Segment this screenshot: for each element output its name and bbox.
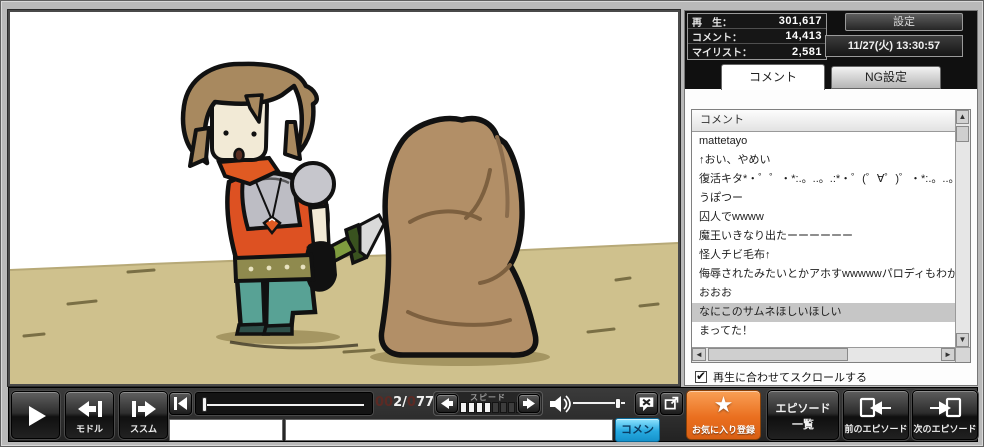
speed-gauge (460, 402, 523, 413)
next-episode-label: 次のエピソード (913, 422, 977, 435)
video-scene (10, 12, 678, 384)
episode-list-button[interactable]: エピソード 一覧 (767, 390, 839, 440)
scroll-down-icon[interactable]: ▼ (956, 333, 969, 347)
autoscroll-checkbox[interactable] (695, 371, 707, 383)
mylist-label: マイリスト： (692, 44, 752, 59)
video-area[interactable] (8, 10, 680, 386)
autoscroll-row: 再生に合わせてスクロールする (695, 369, 867, 385)
previous-episode-button[interactable]: 前のエピソード (843, 390, 909, 440)
star-icon: ★ (687, 392, 760, 418)
next-episode-button[interactable]: 次のエピソード (912, 390, 978, 440)
seek-bar[interactable] (195, 392, 373, 415)
info-panel: 再 生： 301,617 コメント： 14,413 マイリスト： 2,581 設… (684, 10, 978, 386)
comment-text-input[interactable] (285, 419, 613, 441)
arrow-left-icon (441, 398, 453, 409)
comment-row[interactable]: なにこのサムネほしいほしい (692, 303, 955, 322)
comment-submit-button[interactable]: コメント (615, 418, 660, 442)
skip-start-icon (173, 397, 188, 410)
arrow-right-icon (523, 398, 535, 409)
play-button[interactable] (11, 391, 60, 439)
episode-list-label-1: エピソード (768, 400, 838, 416)
comment-row[interactable]: 囚人でwwww (692, 208, 955, 227)
prev-episode-icon (859, 397, 893, 419)
forward-button[interactable]: ススム (119, 391, 168, 439)
comment-command-input[interactable] (169, 419, 283, 441)
comment-row[interactable]: mattetayo (692, 132, 955, 151)
tabstrip: コメント NG設定 (685, 63, 977, 89)
stats-table: 再 生： 301,617 コメント： 14,413 マイリスト： 2,581 (687, 13, 827, 60)
vertical-scrollbar[interactable]: ▲ ▼ (955, 110, 970, 347)
comment-off-icon (638, 395, 655, 412)
scroll-up-icon[interactable]: ▲ (956, 110, 969, 124)
tab-ng-settings[interactable]: NG設定 (831, 66, 941, 89)
views-label: 再 生： (692, 14, 732, 29)
scrollbar-corner (955, 347, 970, 362)
comment-row[interactable]: おおお (692, 284, 955, 303)
comment-list: コメント mattetayo ↑おい、やめい 復活キタ*・゜゜・*:.。..。.… (691, 109, 971, 363)
control-bar: モドル ススム 002/077 スピード (8, 387, 978, 442)
comment-row[interactable]: ↑おい、やめい (692, 151, 955, 170)
views-value: 301,617 (779, 15, 822, 27)
comment-list-header: コメント (692, 110, 955, 132)
datetime-display: 11/27(火) 13:30:57 (825, 35, 963, 57)
comment-row[interactable]: 侮辱されたみたいとかアホすwwwwwパロディもわかw (692, 265, 955, 284)
stats-area: 再 生： 301,617 コメント： 14,413 マイリスト： 2,581 設… (685, 11, 977, 63)
volume-handle[interactable] (615, 398, 621, 409)
comment-row[interactable]: 怪人チビ毛布↑ (692, 246, 955, 265)
speed-control: スピード (433, 391, 543, 416)
back-label: モドル (66, 422, 113, 435)
seek-handle[interactable] (202, 397, 207, 412)
stats-row-mylist: マイリスト： 2,581 (688, 44, 826, 59)
player-window: 再 生： 301,617 コメント： 14,413 マイリスト： 2,581 設… (0, 0, 984, 447)
comment-row[interactable]: 復活キタ*・゜゜・*:.。..。.:*・゜(゜∀゜)゜・*:.。..。.:*・゜… (692, 170, 955, 189)
play-icon (23, 403, 49, 429)
step-forward-icon (130, 399, 158, 419)
favorite-button[interactable]: ★ お気に入り登録 (686, 390, 761, 440)
counter-current: 2 (393, 395, 402, 410)
scroll-right-icon[interactable]: ► (941, 348, 955, 361)
fullscreen-button[interactable] (660, 392, 683, 415)
prev-episode-label: 前のエピソード (844, 422, 908, 435)
comment-hide-button[interactable] (635, 392, 658, 415)
comment-tab-content: コメント mattetayo ↑おい、やめい 復活キタ*・゜゜・*:.。..。.… (685, 89, 977, 385)
comment-rows: mattetayo ↑おい、やめい 復活キタ*・゜゜・*:.。..。.:*・゜(… (692, 132, 955, 347)
counter-pad: 0 (407, 395, 416, 410)
scroll-left-icon[interactable]: ◄ (692, 348, 706, 361)
horizontal-scroll-thumb[interactable] (708, 348, 848, 361)
speaker-icon (549, 394, 571, 414)
page-counter: 002/077 (375, 395, 429, 410)
comment-row[interactable]: まってた！ (692, 322, 955, 341)
volume-control[interactable] (547, 392, 633, 415)
vertical-scroll-thumb[interactable] (956, 126, 969, 142)
tab-comment[interactable]: コメント (721, 64, 825, 90)
step-back-icon (76, 399, 104, 419)
counter-pad: 00 (375, 395, 393, 410)
back-button[interactable]: モドル (65, 391, 114, 439)
speed-down-button[interactable] (436, 394, 458, 413)
horizontal-scrollbar[interactable]: ◄ ► (692, 347, 955, 362)
skip-to-start-button[interactable] (169, 392, 192, 415)
stats-row-views: 再 生： 301,617 (688, 14, 826, 29)
comments-value: 14,413 (785, 30, 822, 42)
favorite-label: お気に入り登録 (687, 423, 760, 436)
expand-icon (663, 395, 680, 412)
mylist-value: 2,581 (792, 46, 822, 58)
next-episode-icon (928, 397, 962, 419)
forward-label: ススム (120, 422, 167, 435)
speed-up-button[interactable] (518, 394, 540, 413)
settings-button[interactable]: 設定 (845, 13, 963, 31)
comment-row[interactable]: うぽつー (692, 189, 955, 208)
seek-track (206, 404, 364, 406)
comment-row[interactable]: 魔王いきなり出たーーーーーー (692, 227, 955, 246)
autoscroll-label: 再生に合わせてスクロールする (713, 369, 867, 385)
episode-list-label-2: 一覧 (768, 416, 838, 432)
stats-row-comments: コメント： 14,413 (688, 29, 826, 44)
comments-label: コメント： (692, 29, 742, 44)
counter-total: 77 (416, 395, 434, 410)
